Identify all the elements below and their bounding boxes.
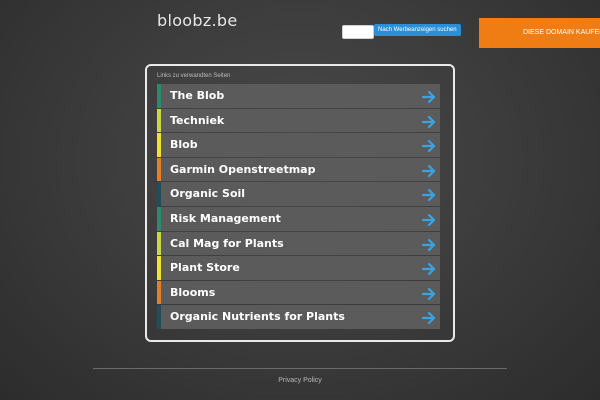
link-item[interactable]: Risk Management	[157, 206, 440, 231]
search-input[interactable]	[342, 25, 374, 39]
link-label: Techniek	[170, 113, 225, 127]
link-label: Blob	[170, 138, 198, 152]
arrow-right-icon	[421, 187, 436, 202]
arrow-right-icon	[421, 212, 436, 227]
link-list: The Blob Techniek Blob Garmin Openstreetmap…	[157, 84, 440, 330]
search-button[interactable]: Nach Werbeanzeigen suchen	[374, 24, 461, 36]
link-label: Cal Mag for Plants	[170, 236, 284, 250]
panel-heading: Links zu verwandten Seiten	[157, 73, 231, 79]
link-label: Risk Management	[170, 211, 281, 225]
arrow-right-icon	[421, 114, 436, 128]
privacy-policy-link[interactable]: Privacy Policy	[0, 377, 600, 384]
link-item[interactable]: Blooms	[157, 280, 440, 305]
link-item[interactable]: The Blob	[157, 84, 440, 108]
link-item[interactable]: Organic Nutrients for Plants	[157, 305, 440, 329]
domain-title: bloobz.be	[157, 11, 238, 30]
arrow-right-icon	[421, 237, 436, 251]
link-label: Garmin Openstreetmap	[170, 162, 316, 176]
arrow-right-icon	[421, 163, 436, 177]
link-item[interactable]: Blob	[157, 133, 440, 157]
arrow-right-icon	[421, 310, 436, 325]
arrow-right-icon	[421, 286, 436, 300]
link-label: Blooms	[170, 285, 216, 299]
arrow-right-icon	[421, 261, 436, 276]
link-item[interactable]: Techniek	[157, 108, 440, 133]
buy-domain-banner[interactable]: DIESE DOMAIN KAUFEN	[479, 18, 600, 48]
link-label: Plant Store	[170, 261, 240, 275]
link-label: The Blob	[170, 89, 225, 102]
link-item[interactable]: Garmin Openstreetmap	[157, 157, 440, 182]
arrow-right-icon	[421, 89, 436, 104]
footer-divider	[93, 368, 507, 369]
arrow-right-icon	[421, 138, 436, 153]
link-item[interactable]: Cal Mag for Plants	[157, 231, 440, 256]
link-item[interactable]: Organic Soil	[157, 182, 440, 206]
link-label: Organic Nutrients for Plants	[170, 310, 345, 324]
link-label: Organic Soil	[170, 187, 246, 201]
link-item[interactable]: Plant Store	[157, 256, 440, 280]
